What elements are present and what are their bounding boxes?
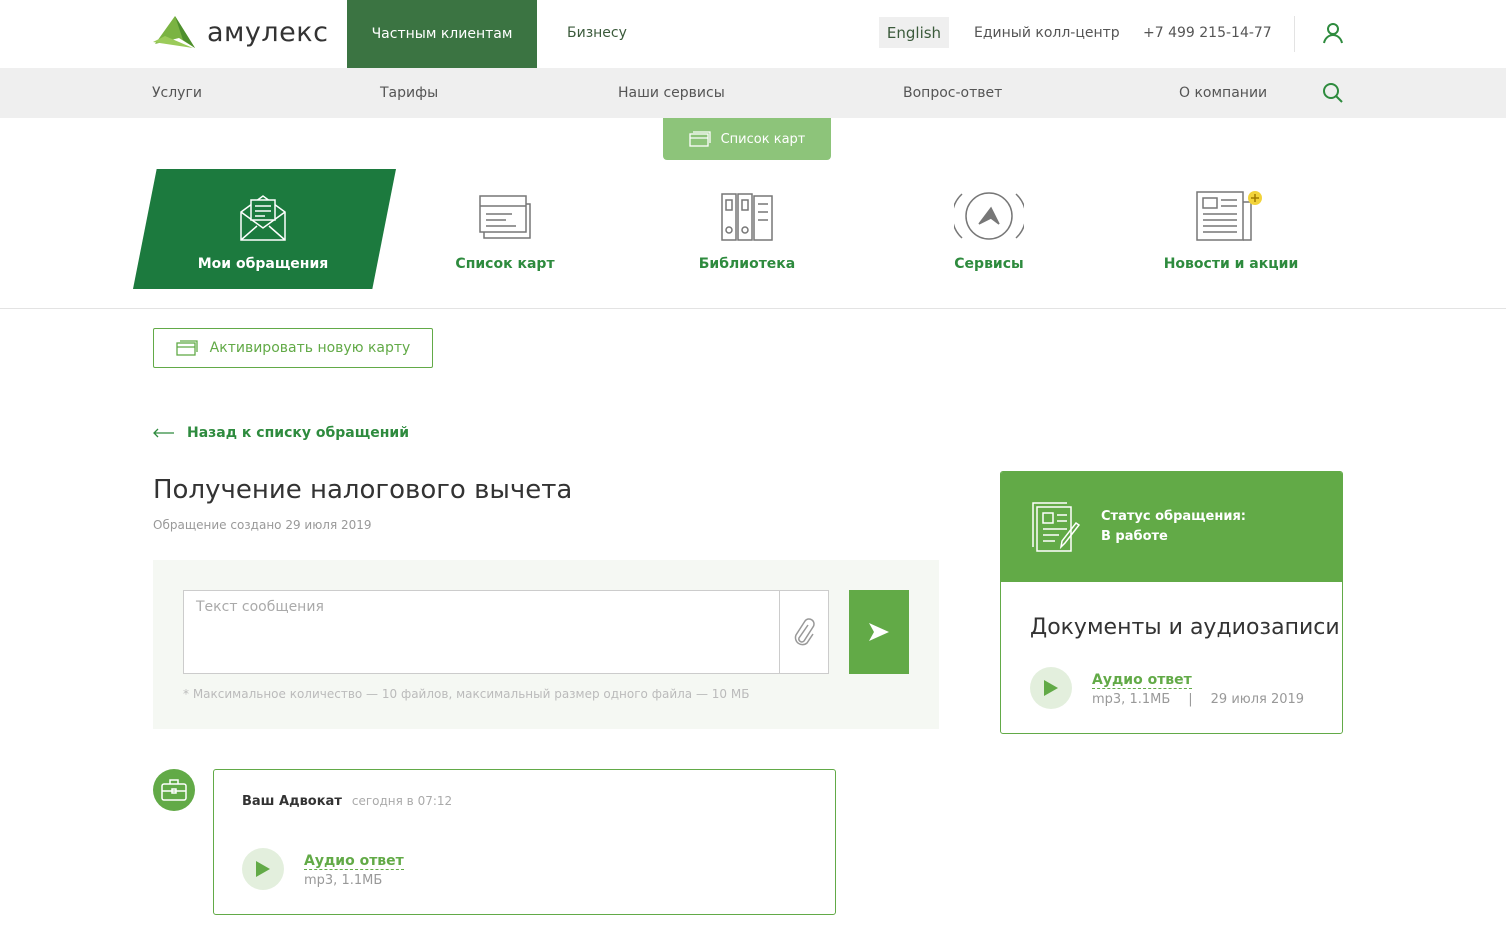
category-label: Список карт [455,256,555,272]
envelope-icon [240,195,286,241]
nav-tariffs[interactable]: Тарифы [380,85,438,101]
cards-icon [688,131,711,147]
category-label: Мои обращения [197,256,329,272]
activate-card-label: Активировать новую карту [209,340,411,356]
audio-link[interactable]: Аудио ответ [304,853,404,870]
audio-link[interactable]: Аудио ответ [1092,672,1192,689]
lawyer-avatar [153,769,195,811]
play-icon [1044,680,1058,696]
message-attachment: Аудио ответ mp3, 1.1МБ [242,848,404,890]
language-button[interactable]: English [879,17,949,48]
category-news[interactable]: Новости и акции [1111,168,1351,290]
tab-business[interactable]: Бизнесу [567,25,627,41]
play-button[interactable] [1030,667,1072,709]
play-button[interactable] [242,848,284,890]
tab-private-clients[interactable]: Частным клиентам [347,0,537,68]
file-meta: mp3, 1.1МБ [304,873,383,888]
attach-button[interactable] [779,591,828,673]
document-edit-icon [1032,502,1081,552]
nav-about[interactable]: О компании [1179,85,1267,101]
user-icon[interactable] [1322,22,1344,48]
separator: | [1188,692,1193,707]
category-label: Новости и акции [1163,256,1299,272]
divider [1294,16,1295,52]
message-time: сегодня в 07:12 [351,794,453,808]
status-label: Статус обращения: [1101,509,1246,524]
status-header: Статус обращения: В работе [1001,472,1342,582]
paperclip-icon [794,618,815,646]
cards-icon [479,195,531,239]
logo-text: амулекс [207,16,329,48]
upload-hint: * Максимальное количество — 10 файлов, м… [183,687,750,701]
news-icon [1196,191,1262,241]
send-button[interactable] [849,590,909,674]
card-icon [176,340,198,356]
category-my-requests[interactable]: Мои обращения [143,168,383,290]
back-link[interactable]: Назад к списку обращений [153,425,409,441]
play-icon [256,861,270,877]
message-input[interactable] [184,591,780,673]
category-label: Библиотека [698,256,796,272]
category-services[interactable]: Сервисы [869,168,1109,290]
services-icon [954,192,1024,240]
back-link-label: Назад к списку обращений [187,425,410,441]
nav-services[interactable]: Услуги [152,85,202,101]
activate-card-button[interactable]: Активировать новую карту [153,328,433,368]
document-item: Аудио ответ mp3, 1.1МБ | 29 июля 2019 [1030,667,1304,709]
cards-list-label: Список карт [720,131,806,147]
status-value: В работе [1101,529,1168,544]
nav-faq[interactable]: Вопрос-ответ [903,85,1002,101]
divider [0,308,1506,309]
logo-icon [153,16,195,48]
message-item: Ваш Адвокат сегодня в 07:12 Аудио ответ mp… [213,769,836,915]
call-center-link[interactable]: Единый колл-центр [974,25,1120,41]
category-cards[interactable]: Список карт [385,168,625,290]
message-author: Ваш Адвокат [242,794,342,809]
category-label: Сервисы [954,256,1024,272]
message-box [183,590,829,674]
category-library[interactable]: Библиотека [627,168,867,290]
file-date: 29 июля 2019 [1210,692,1305,707]
briefcase-icon [161,779,187,801]
file-meta: mp3, 1.1МБ [1092,692,1171,707]
page-title: Получение налогового вычета [153,475,573,505]
phone-link[interactable]: +7 499 215-14-77 [1143,25,1272,41]
message-header: Ваш Адвокат сегодня в 07:12 [242,794,452,809]
status-card: Статус обращения: В работе Документы и ау… [1000,471,1343,734]
created-date: Обращение создано 29 июля 2019 [153,518,372,532]
arrow-left-icon [153,428,174,438]
search-icon[interactable] [1322,82,1344,108]
main-nav: Услуги Тарифы Наши сервисы Вопрос-ответ … [0,68,1506,118]
send-icon [869,623,889,641]
cards-list-tab[interactable]: Список карт [663,118,831,160]
logo[interactable]: амулекс [153,14,328,50]
binders-icon [721,193,773,241]
documents-title: Документы и аудиозаписи [1030,615,1340,640]
nav-our-services[interactable]: Наши сервисы [618,85,725,101]
